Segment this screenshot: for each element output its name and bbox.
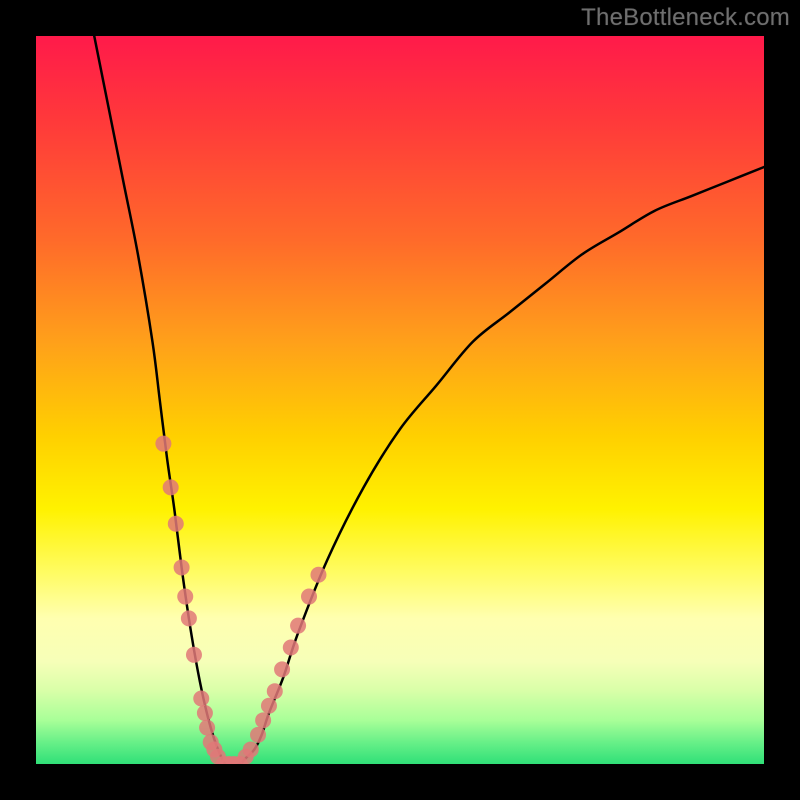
data-marker	[186, 647, 202, 663]
data-marker	[155, 436, 171, 452]
watermark-text: TheBottleneck.com	[581, 4, 790, 32]
chart-svg	[36, 36, 764, 764]
plot-area	[36, 36, 764, 764]
data-marker	[310, 567, 326, 583]
data-marker	[283, 640, 299, 656]
data-marker	[261, 698, 277, 714]
data-marker	[267, 683, 283, 699]
data-marker	[197, 705, 213, 721]
data-marker	[181, 610, 197, 626]
data-marker	[290, 618, 306, 634]
scatter-markers	[155, 436, 326, 764]
data-marker	[274, 661, 290, 677]
data-marker	[255, 712, 271, 728]
data-marker	[199, 720, 215, 736]
data-marker	[243, 741, 259, 757]
data-marker	[250, 727, 266, 743]
data-marker	[168, 516, 184, 532]
chart-frame: TheBottleneck.com	[0, 0, 800, 800]
data-marker	[301, 589, 317, 605]
data-marker	[174, 559, 190, 575]
data-marker	[193, 690, 209, 706]
data-marker	[163, 479, 179, 495]
data-marker	[177, 589, 193, 605]
